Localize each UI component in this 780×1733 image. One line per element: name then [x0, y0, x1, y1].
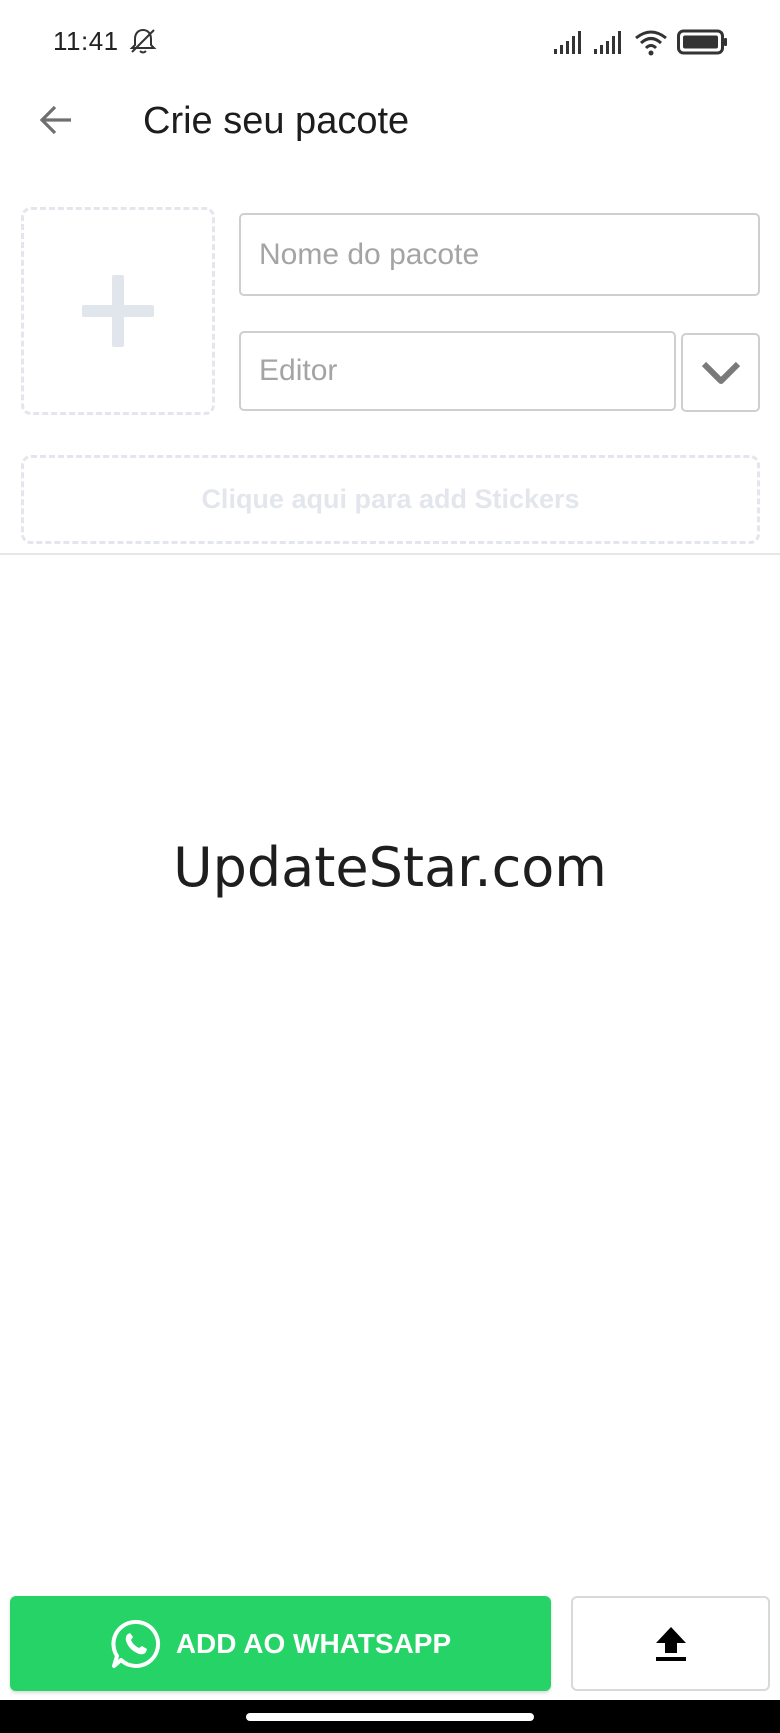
whatsapp-icon [111, 1619, 160, 1668]
page-title: Crie seu pacote [143, 100, 410, 142]
add-stickers-label: Clique aqui para add Stickers [201, 484, 580, 514]
signal-icon [594, 31, 621, 54]
signal-icon [554, 31, 581, 54]
divider [0, 553, 780, 555]
editor-dropdown-button[interactable] [681, 333, 760, 412]
pack-image-picker[interactable] [21, 207, 215, 415]
upload-icon [655, 1626, 686, 1661]
add-to-whatsapp-label: ADD AO WHATSAPP [175, 1627, 452, 1659]
add-stickers-button[interactable]: Clique aqui para add Stickers [21, 455, 760, 544]
bell-off-icon [129, 28, 157, 54]
home-indicator[interactable] [246, 1713, 534, 1721]
watermark-text: UpdateStar.com [173, 836, 607, 899]
plus-icon [82, 275, 154, 347]
battery-icon [677, 29, 727, 55]
editor-input[interactable] [239, 331, 676, 411]
status-time: 11:41 [53, 26, 119, 56]
arrow-back-icon [39, 105, 71, 135]
wifi-icon [635, 30, 667, 56]
chevron-down-icon [701, 361, 740, 384]
back-button[interactable] [34, 98, 78, 142]
upload-button[interactable] [571, 1596, 770, 1691]
status-bar: 11:41 [0, 0, 780, 88]
pack-name-input[interactable] [239, 213, 760, 296]
add-to-whatsapp-button[interactable]: ADD AO WHATSAPP [10, 1596, 551, 1691]
